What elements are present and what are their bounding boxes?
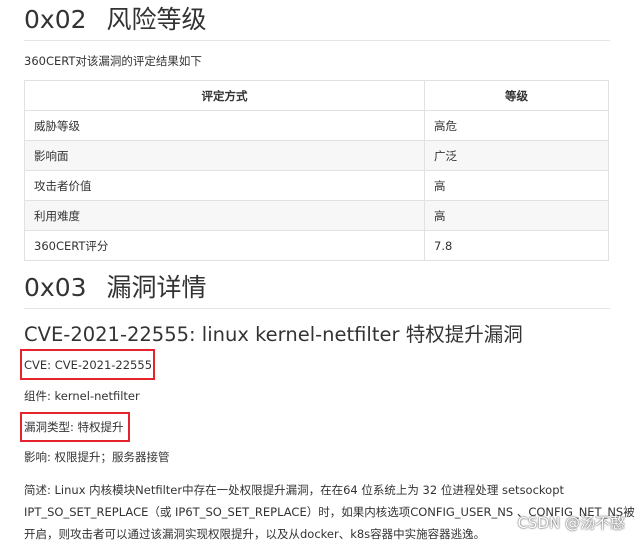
risk-level-cell: 高 [424,170,609,201]
table-row: 利用难度 高 [24,200,609,231]
risk-intro-text: 360CERT对该漏洞的评定结果如下 [24,54,202,68]
vuln-cve: CVE: CVE-2021-22555 [24,358,153,372]
risk-method-cell: 威胁等级 [24,110,425,141]
risk-level-cell: 高 [424,200,609,231]
section-risk-label: 风险等级 [106,5,207,34]
table-row: 影响面 广泛 [24,140,609,171]
risk-method-cell: 360CERT评分 [24,230,425,261]
table-row: 360CERT评分 7.8 [24,230,609,261]
risk-level-cell: 高危 [424,110,609,141]
vuln-impact: 影响: 权限提升；服务器接管 [24,450,170,464]
risk-level-cell: 广泛 [424,140,609,171]
section-risk-title: 0x02 风险等级 [24,4,610,36]
section-risk-header: 0x02 风险等级 [24,4,610,41]
vuln-component: 组件: kernel-netfilter [24,389,140,403]
section-details-number: 0x03 [24,273,87,302]
vuln-heading: CVE-2021-22555: linux kernel-netfilter 特… [24,323,523,346]
description-line: 简述: Linux 内核模块Netfilter中存在一处权限提升漏洞，在在64 … [24,483,565,497]
section-risk-number: 0x02 [24,5,87,34]
section-details-title: 0x03 漏洞详情 [24,272,610,304]
csdn-watermark: CSDN @汤不憨 [517,514,625,532]
table-row: 威胁等级 高危 [24,110,609,141]
vuln-type: 漏洞类型: 特权提升 [24,420,124,434]
section-details-label: 漏洞详情 [106,273,207,302]
risk-method-cell: 利用难度 [24,200,425,231]
risk-method-cell: 攻击者价值 [24,170,425,201]
risk-method-cell: 影响面 [24,140,425,171]
risk-table-header-level: 等级 [424,80,609,111]
risk-table-header-row: 评定方式 等级 [24,80,609,111]
section-details-header: 0x03 漏洞详情 [24,272,610,309]
table-row: 攻击者价值 高 [24,170,609,201]
risk-table-header-method: 评定方式 [24,80,425,111]
risk-table: 评定方式 等级 威胁等级 高危 影响面 广泛 攻击者价值 高 利用难度 高 36 [24,80,609,261]
risk-level-cell: 7.8 [424,230,609,261]
